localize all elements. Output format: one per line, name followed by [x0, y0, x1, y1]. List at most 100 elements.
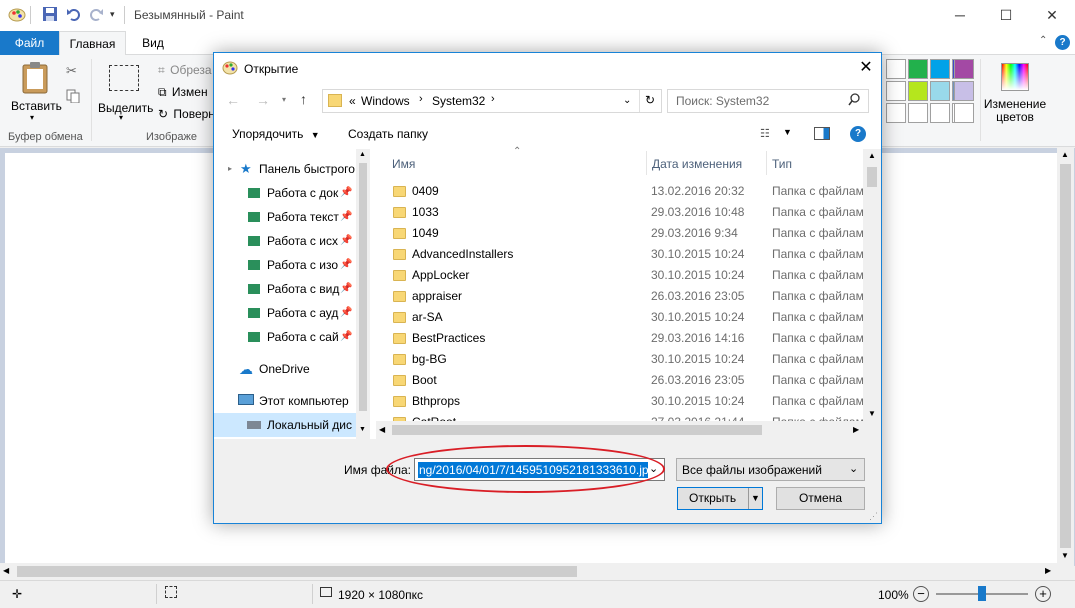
scroll-thumb[interactable]	[392, 425, 762, 435]
breadcrumb-system32[interactable]: System32	[432, 94, 485, 108]
list-item[interactable]: appraiser 26.03.2016 23:05 Папка с файлами	[376, 286, 863, 307]
list-item[interactable]: 1049 29.03.2016 9:34 Папка с файлами	[376, 223, 863, 244]
nav-pinned-folder[interactable]: Работа с док 📌	[214, 181, 356, 205]
open-dropdown-icon[interactable]: ▼	[751, 488, 760, 509]
color-swatch[interactable]	[908, 103, 928, 123]
new-folder-button[interactable]: Создать папку	[348, 127, 428, 141]
color-swatch[interactable]	[886, 59, 906, 79]
scroll-thumb[interactable]	[867, 167, 877, 187]
color-swatch[interactable]	[930, 81, 950, 101]
scroll-down-icon[interactable]: ▼	[1061, 551, 1069, 560]
help-icon[interactable]: ?	[1055, 35, 1070, 50]
scroll-thumb[interactable]	[17, 566, 577, 577]
resize-grip-icon[interactable]: ⋰	[869, 511, 878, 522]
pane-scrollbar[interactable]: ▲ ▼	[356, 149, 370, 439]
list-item[interactable]: 1033 29.03.2016 10:48 Папка с файлами	[376, 202, 863, 223]
forward-arrow-icon[interactable]: →	[256, 92, 270, 108]
expand-chevron-icon[interactable]: ▸	[228, 157, 232, 181]
color-swatch[interactable]	[908, 81, 928, 101]
scroll-left-icon[interactable]: ◀	[3, 566, 9, 575]
cancel-button[interactable]: Отмена	[776, 487, 865, 510]
copy-icon[interactable]	[66, 89, 80, 106]
up-arrow-icon[interactable]: ↑	[300, 91, 307, 107]
dialog-close-button[interactable]: ✕	[851, 53, 881, 83]
tab-file[interactable]: Файл	[0, 31, 59, 55]
recent-locations-icon[interactable]: ▾	[282, 95, 286, 104]
breadcrumb-windows[interactable]: Windows	[361, 94, 410, 108]
paste-dropdown-icon[interactable]: ▾	[30, 113, 34, 122]
zoom-out-button[interactable]: −	[913, 586, 929, 602]
color-swatch[interactable]	[954, 103, 974, 123]
nav-quick-access[interactable]: ▸ ★ Панель быстрого	[214, 157, 356, 181]
search-icon[interactable]	[848, 93, 861, 109]
color-swatch[interactable]	[930, 103, 950, 123]
undo-icon[interactable]	[66, 6, 84, 24]
nav-local-disk[interactable]: Локальный дис	[214, 413, 356, 437]
scroll-up-icon[interactable]: ▲	[1061, 150, 1069, 159]
list-item[interactable]: Bthprops 30.10.2015 10:24 Папка с файлами	[376, 391, 863, 412]
search-input[interactable]: Поиск: System32	[676, 94, 769, 108]
customize-toolbar-icon[interactable]: ▾	[110, 9, 115, 20]
color-swatch[interactable]	[886, 103, 906, 123]
nav-this-pc[interactable]: Этот компьютер	[214, 389, 356, 413]
color-swatch[interactable]	[930, 59, 950, 79]
vertical-scrollbar[interactable]: ▲ ▼	[1057, 148, 1074, 566]
tab-home[interactable]: Главная	[59, 31, 126, 56]
horizontal-scrollbar[interactable]: ◀ ▶	[0, 563, 1057, 580]
file-list-horizontal-scrollbar[interactable]: ◀ ▶	[376, 421, 881, 439]
maximize-button[interactable]: ☐	[983, 0, 1029, 31]
nav-pinned-folder[interactable]: Работа с вид 📌	[214, 277, 356, 301]
close-button[interactable]: ✕	[1029, 0, 1075, 31]
nav-onedrive[interactable]: ☁ OneDrive	[214, 357, 356, 381]
color-swatch[interactable]	[908, 59, 928, 79]
list-item[interactable]: ar-SA 30.10.2015 10:24 Папка с файлами	[376, 307, 863, 328]
list-item[interactable]: bg-BG 30.10.2015 10:24 Папка с файлами	[376, 349, 863, 370]
minimize-button[interactable]: ─	[937, 0, 983, 31]
nav-pinned-folder[interactable]: Работа текст 📌	[214, 205, 356, 229]
rotate-button[interactable]: ↻ Поверн	[158, 107, 218, 123]
column-header-date[interactable]: Дата изменения	[652, 157, 742, 171]
breadcrumb-separator-icon[interactable]: ›	[491, 93, 495, 105]
cut-icon[interactable]: ✂	[66, 63, 77, 79]
redo-icon[interactable]	[88, 6, 106, 24]
list-item[interactable]: AdvancedInstallers 30.10.2015 10:24 Папка …	[376, 244, 863, 265]
scroll-thumb[interactable]	[1060, 164, 1071, 548]
file-list-vertical-scrollbar[interactable]: ▲ ▼	[863, 149, 881, 421]
resize-button[interactable]: ⧉ Измен	[158, 85, 218, 101]
open-button[interactable]: Открыть ▼	[677, 487, 763, 510]
select-button[interactable]: Выделить ▾	[96, 59, 153, 125]
color-swatch[interactable]	[886, 81, 906, 101]
breadcrumb-overflow[interactable]: «	[349, 94, 356, 108]
back-arrow-icon[interactable]: ←	[226, 92, 240, 108]
list-item[interactable]: AppLocker 30.10.2015 10:24 Папка с файлами	[376, 265, 863, 286]
nav-pinned-folder[interactable]: Работа с сай 📌	[214, 325, 356, 349]
file-type-filter[interactable]: Все файлы изображений ⌄	[676, 458, 865, 481]
list-item[interactable]: BestPractices 29.03.2016 14:16 Папка с фай…	[376, 328, 863, 349]
breadcrumb-separator-icon[interactable]: ›	[419, 93, 423, 105]
save-icon[interactable]	[42, 6, 60, 24]
zoom-in-button[interactable]: +	[1035, 586, 1051, 602]
ribbon-collapse-icon[interactable]: ⌃	[1039, 35, 1047, 46]
list-item[interactable]: 0409 13.02.2016 20:32 Папка с файлами	[376, 181, 863, 202]
column-header-name[interactable]: Имя	[392, 157, 415, 171]
color-swatch[interactable]	[954, 81, 974, 101]
help-icon[interactable]: ?	[850, 126, 866, 142]
edit-colors-button[interactable]: Изменение цветов	[984, 59, 1046, 129]
crop-button[interactable]: ⌗ Обреза	[158, 63, 218, 79]
nav-pinned-folder[interactable]: Работа с исх 📌	[214, 229, 356, 253]
address-bar[interactable]: « Windows › System32 › ⌄ ↻	[322, 89, 662, 113]
chevron-down-icon[interactable]: ▼	[783, 127, 792, 137]
nav-pinned-folder[interactable]: Работа с изо 📌	[214, 253, 356, 277]
zoom-slider-thumb[interactable]	[978, 586, 986, 601]
refresh-icon[interactable]: ↻	[645, 93, 655, 107]
paste-button[interactable]: Вставить ▾	[6, 59, 62, 125]
color-swatch[interactable]	[954, 59, 974, 79]
organize-button[interactable]: Упорядочить ▼	[232, 127, 320, 141]
scroll-right-icon[interactable]: ▶	[1045, 566, 1051, 575]
nav-pinned-folder[interactable]: Работа с ауд 📌	[214, 301, 356, 325]
column-header-type[interactable]: Тип	[772, 157, 792, 171]
view-options-icon[interactable]: ☷	[760, 127, 770, 140]
list-item[interactable]: Boot 26.03.2016 23:05 Папка с файлами	[376, 370, 863, 391]
address-dropdown-icon[interactable]: ⌄	[623, 95, 631, 106]
scroll-thumb[interactable]	[359, 163, 367, 411]
